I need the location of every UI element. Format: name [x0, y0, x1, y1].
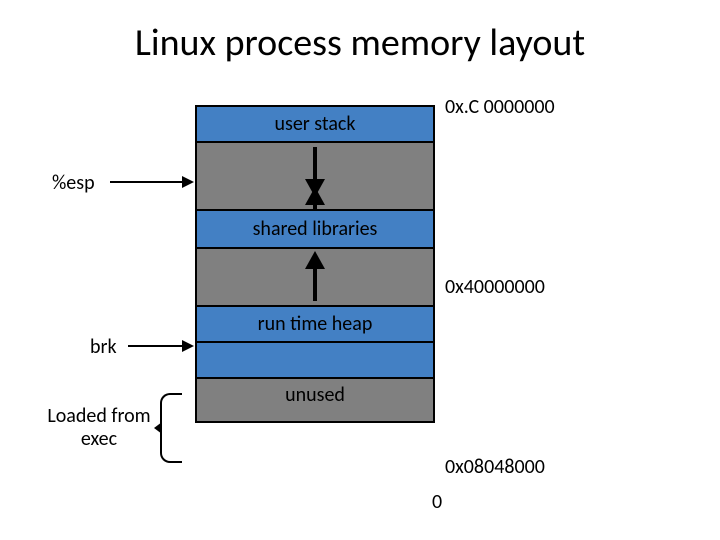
segment-shared-libraries: shared libraries	[195, 211, 435, 247]
arrow-up-icon	[313, 203, 317, 211]
segment-unused: unused	[195, 377, 435, 423]
brk-arrow	[128, 345, 182, 347]
segment-heap-growth-gap	[195, 247, 435, 305]
segment-loaded-from-exec	[195, 341, 435, 377]
loaded-from-exec-label: Loaded from exec	[44, 405, 154, 451]
arrow-up-icon	[313, 267, 317, 301]
segment-user-stack: user stack	[195, 105, 435, 141]
esp-arrow	[110, 181, 182, 183]
address-top: 0x.C 0000000	[445, 95, 555, 119]
brk-label: brk	[90, 335, 117, 359]
segment-label: shared libraries	[253, 217, 378, 241]
arrow-down-icon	[313, 147, 317, 181]
segment-label: unused	[285, 383, 345, 407]
segment-runtime-heap: run time heap	[195, 305, 435, 341]
segment-label: user stack	[275, 112, 356, 136]
brace-icon	[160, 393, 182, 463]
memory-diagram: user stack shared libraries run time hea…	[195, 105, 435, 423]
address-exec: 0x08048000	[445, 455, 545, 479]
arrow-right-icon	[182, 176, 194, 188]
page-title: Linux process memory layout	[0, 20, 720, 66]
esp-label: %esp	[52, 171, 95, 195]
address-shared: 0x40000000	[445, 275, 545, 299]
address-zero: 0	[432, 490, 442, 514]
arrow-right-icon	[182, 340, 194, 352]
segment-label: run time heap	[258, 312, 373, 336]
